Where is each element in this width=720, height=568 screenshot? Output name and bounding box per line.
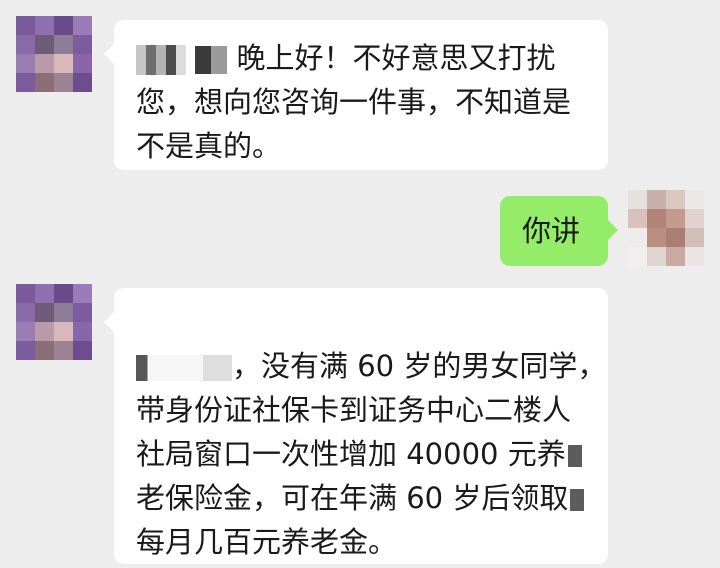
message-line: 社局窗口一次性增加 40000 元养 xyxy=(136,432,606,476)
redacted-name xyxy=(195,46,228,74)
message-line: 晚上好！不好意思又打扰 xyxy=(136,36,571,80)
contact-avatar[interactable] xyxy=(16,16,92,92)
message-line: 每月几百元养老金。 xyxy=(136,525,398,559)
redacted-mark xyxy=(567,445,582,467)
outgoing-message-bubble[interactable]: 你讲 xyxy=(500,196,618,266)
contact-avatar[interactable] xyxy=(16,284,92,360)
own-avatar[interactable] xyxy=(628,190,704,266)
redacted-name xyxy=(136,45,186,75)
incoming-message-bubble[interactable]: 晚上好！不好意思又打扰 您，想向您咨询一件事，不知道是 不是真的。 xyxy=(104,20,608,170)
redacted-mark xyxy=(570,489,585,511)
message-line: 带身份证社保卡到证务中心二楼人 xyxy=(136,393,572,427)
message-line: 你讲 xyxy=(522,214,581,248)
message-line: 您，想向您咨询一件事，不知道是 xyxy=(136,85,572,119)
message-line: ，没有满 60 岁的男女同学， xyxy=(136,344,606,388)
message-line: 老保险金，可在年满 60 岁后领取 xyxy=(136,476,606,520)
redacted-name xyxy=(136,355,232,381)
message-line: 不是真的。 xyxy=(136,129,282,163)
incoming-message-bubble[interactable]: ，没有满 60 岁的男女同学， 带身份证社保卡到证务中心二楼人 社局窗口一次性增… xyxy=(104,288,608,564)
